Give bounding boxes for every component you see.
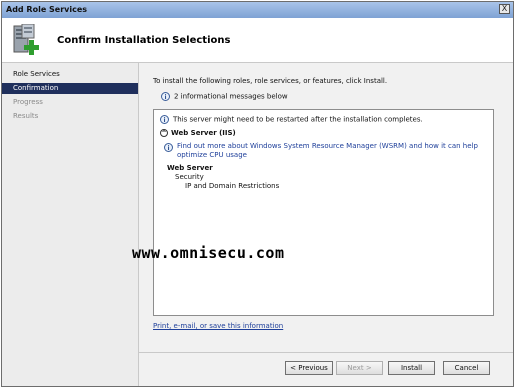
restart-note: This server might need to be restarted a… — [173, 115, 423, 124]
info-count-text: 2 informational messages below — [174, 92, 288, 101]
intro-text: To install the following roles, role ser… — [153, 77, 388, 85]
role-sub: Security — [175, 173, 204, 181]
info-icon: i — [161, 92, 170, 101]
role-item: IP and Domain Restrictions — [185, 182, 280, 190]
collapse-icon[interactable]: ^ — [160, 129, 168, 137]
wsrm-row: i Find out more about Windows System Res… — [164, 142, 489, 160]
restart-note-row: i This server might need to be restarted … — [160, 115, 423, 124]
wizard-content: To install the following roles, role ser… — [139, 63, 513, 386]
close-button[interactable]: X — [499, 4, 510, 14]
section-title: Web Server (IIS) — [171, 129, 236, 137]
install-button[interactable]: Install — [388, 361, 435, 375]
sidebar-item-role-services[interactable]: Role Services — [2, 69, 138, 80]
cancel-button[interactable]: Cancel — [443, 361, 490, 375]
sidebar-item-progress: Progress — [13, 98, 43, 106]
sidebar-item-results: Results — [13, 112, 39, 120]
title-bar[interactable]: Add Role Services X — [2, 2, 513, 19]
wsrm-link[interactable]: Find out more about Windows System Resou… — [177, 142, 489, 160]
wizard-header: Confirm Installation Selections — [2, 18, 513, 63]
next-button: Next > — [336, 361, 383, 375]
wizard-sidebar: Role Services Confirmation Progress Resu… — [2, 63, 139, 386]
footer-divider — [139, 352, 513, 353]
window-title: Add Role Services — [6, 5, 88, 14]
watermark: www.omnisecu.com — [132, 244, 285, 262]
role-heading: Web Server — [167, 164, 213, 172]
sidebar-item-confirmation[interactable]: Confirmation — [2, 83, 138, 94]
server-add-icon — [13, 24, 39, 55]
section-header[interactable]: ^ Web Server (IIS) — [160, 129, 236, 137]
info-icon: i — [164, 143, 173, 152]
previous-button[interactable]: < Previous — [285, 361, 333, 375]
print-link[interactable]: Print, e-mail, or save this information — [153, 322, 283, 330]
close-icon: X — [501, 4, 508, 13]
add-role-services-window: Add Role Services X Confirm Installation… — [1, 1, 514, 387]
selections-pane[interactable]: i This server might need to be restarted … — [153, 109, 494, 316]
page-title: Confirm Installation Selections — [57, 35, 231, 46]
info-icon: i — [160, 115, 169, 124]
info-count-line: i 2 informational messages below — [161, 92, 288, 101]
